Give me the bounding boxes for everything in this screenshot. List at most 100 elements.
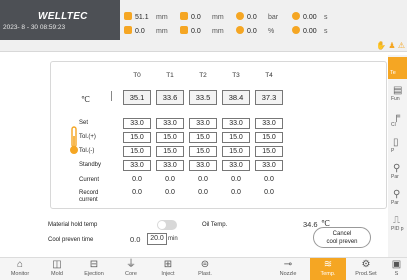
tol-plus-t3[interactable]: 15.0 [222,132,250,143]
tol-minus-t3[interactable]: 15.0 [222,146,250,157]
param-1-icon: ⚲ [393,163,401,174]
actual-temp-t4[interactable]: 37.3 [255,90,283,105]
tol-plus-t1[interactable]: 15.0 [156,132,184,143]
home-icon: ⌂ [16,259,24,270]
cancel-cool-preven-button[interactable]: Cancel cool preven [313,227,371,248]
inject-icon: ⊞ [163,259,173,270]
record-t3: 0.0 [231,189,241,196]
temp-icon: ≋ [323,259,333,270]
column-header-t4: T4 [265,72,273,79]
sidebar-item-cl[interactable]: ╒ Cl [388,111,407,133]
nav-prod-set[interactable]: ⚙ Prod.Set [348,258,384,280]
tol-plus-t4[interactable]: 15.0 [255,132,283,143]
tol-minus-t1[interactable]: 15.0 [156,146,184,157]
standby-t2[interactable]: 33.0 [189,160,217,171]
nav-system[interactable]: ▣ S [386,258,407,280]
ejection-icon: ⊟ [89,259,99,270]
sidebar-item-pid[interactable]: ⎍ PID p [388,215,407,237]
nav-mold[interactable]: ◫ Mold [39,258,75,280]
row-label-set: Set [79,120,89,126]
pressure-icon [236,12,244,20]
row-label-current: Current [79,177,100,183]
warning-icon: ⚠ [397,41,405,50]
stat-screw-position: 51.1 mm [124,12,168,21]
auto-time-icon [292,26,300,34]
sidebar-item-param-1[interactable]: ⚲ Par [388,163,407,185]
operator-icon: ♟ [388,41,396,50]
cancel-button-line2: cool preven [326,239,358,245]
function-icon: ▤ [393,85,403,96]
core-icon: ⏚ [126,259,136,270]
nav-nozzle[interactable]: ⊸ Nozzle [270,258,306,280]
cycle-time-icon [292,12,300,20]
mold-icon: ◫ [52,259,62,270]
stat-cycle-time: 0.00 s [292,12,328,21]
cancel-button-line1: Cancel [332,231,352,237]
standby-t0[interactable]: 33.0 [123,160,151,171]
stat-injection-position: 0.0 mm [180,26,224,35]
temperature-page: ℃ T0 T1 T2 T3 T4 35.1 33.6 33.5 38.4 37.… [40,57,387,257]
row-label-standby: Standby [79,162,102,168]
row-label-tol-plus: Tol.(+) [79,134,96,140]
cool-preven-unit: min [168,236,178,242]
standby-t3[interactable]: 33.0 [222,160,250,171]
bottom-navigation: ⌂ Monitor ◫ Mold ⊟ Ejection ⏚ Core ⊞ Inject ⊜… [0,257,407,280]
standby-t4[interactable]: 33.0 [255,160,283,171]
toggle-knob [158,221,166,229]
actual-temp-t3[interactable]: 38.4 [222,90,250,105]
set-t1[interactable]: 33.0 [156,118,184,129]
record-t2: 0.0 [198,189,208,196]
nav-temp[interactable]: ≋ Temp. [310,258,346,280]
mold-position-icon [180,12,188,20]
sidebar-item-function[interactable]: ▤ Fun [388,85,407,107]
thermometer-icon [69,126,79,156]
prod-set-icon: ⚙ [361,259,371,270]
plast-icon: ⊜ [200,259,210,270]
set-t3[interactable]: 33.0 [222,118,250,129]
cool-preven-current: 0.0 [130,235,141,244]
tol-minus-t0[interactable]: 15.0 [123,146,151,157]
nav-monitor[interactable]: ⌂ Monitor [2,258,38,280]
column-header-t2: T2 [199,72,207,79]
nav-plast[interactable]: ⊜ Plast. [187,258,223,280]
sidebar-item-temp[interactable]: Te [388,57,407,79]
sub-menu-sidebar: Te ▤ Fun ╒ Cl ▯ P ⚲ Par ⚲ Par ⎍ PID p [388,55,407,257]
sidebar-item-param-2[interactable]: ⚲ Par [388,189,407,211]
oil-temp-value: 34.6 [303,220,318,229]
set-t0[interactable]: 33.0 [123,118,151,129]
current-t0: 0.0 [132,176,142,183]
screw-position-icon [124,12,132,20]
tol-plus-t0[interactable]: 15.0 [123,132,151,143]
tol-plus-t2[interactable]: 15.0 [189,132,217,143]
actual-temp-t1[interactable]: 33.6 [156,90,184,105]
current-t2: 0.0 [198,176,208,183]
nozzle-icon: ⊸ [283,259,293,270]
stat-mold-position: 0.0 mm [180,12,224,21]
tol-minus-t2[interactable]: 15.0 [189,146,217,157]
stat-ejector-position: 0.0 mm [124,26,168,35]
row-label-record-current: current [79,197,98,203]
nav-ejection[interactable]: ⊟ Ejection [76,258,112,280]
nav-inject[interactable]: ⊞ Inject [150,258,186,280]
injection-position-icon [180,26,188,34]
hand-icon: ✋ [376,41,387,50]
material-hold-toggle[interactable] [157,220,177,230]
actual-temp-t0[interactable]: 35.1 [123,90,151,105]
temperature-panel: ℃ T0 T1 T2 T3 T4 35.1 33.6 33.5 38.4 37.… [50,61,387,209]
cl-icon: ╒ [393,111,401,122]
cool-preven-input[interactable]: 20.0 [147,233,167,245]
nav-core[interactable]: ⏚ Core [113,258,149,280]
record-t1: 0.0 [165,189,175,196]
record-t0: 0.0 [132,189,142,196]
system-icon: ▣ [391,259,402,270]
standby-t1[interactable]: 33.0 [156,160,184,171]
tol-minus-t4[interactable]: 15.0 [255,146,283,157]
actual-temp-t2[interactable]: 33.5 [189,90,217,105]
current-t3: 0.0 [231,176,241,183]
set-t2[interactable]: 33.0 [189,118,217,129]
stat-pressure: 0.0 bar [236,12,278,21]
sidebar-item-p[interactable]: ▯ P [388,137,407,159]
set-t4[interactable]: 33.0 [255,118,283,129]
logo: WELLTEC [38,11,88,22]
selection-marker [111,91,117,101]
